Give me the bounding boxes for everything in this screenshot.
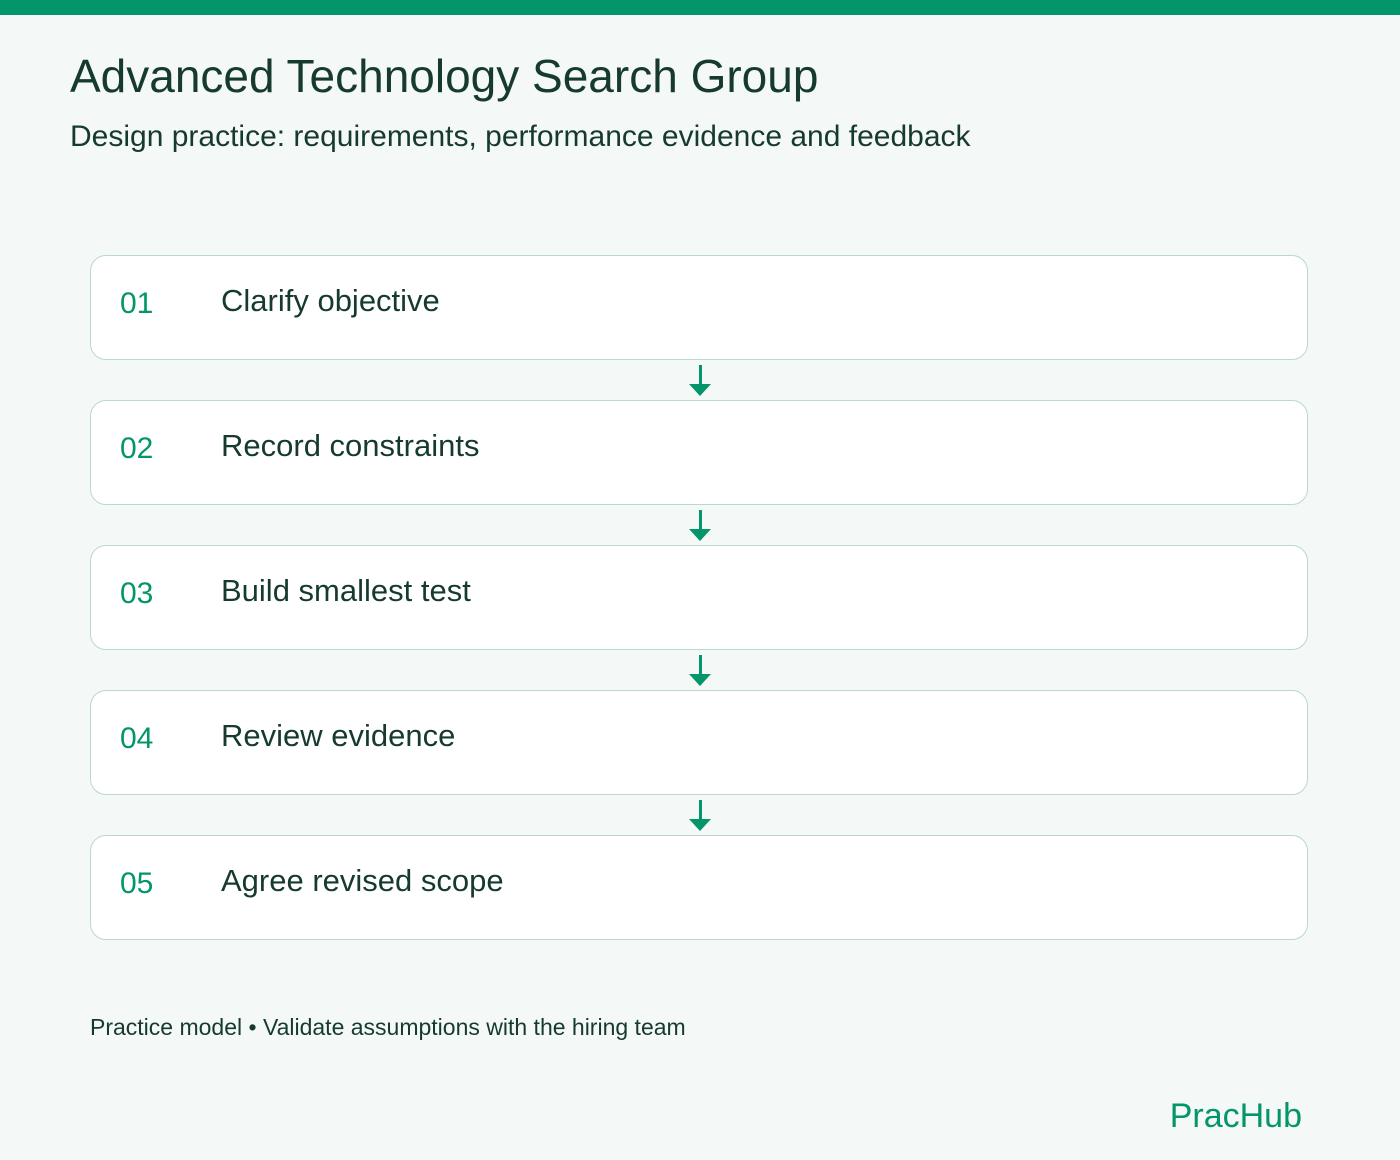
- step-number: 04: [120, 722, 154, 755]
- step-number: 01: [120, 287, 154, 320]
- step-number: 02: [120, 432, 154, 465]
- brand-logo: PracHub: [1169, 1097, 1302, 1135]
- step-card-5: 05 Agree revised scope: [90, 835, 1308, 940]
- step-label: Review evidence: [221, 718, 456, 753]
- step-label: Build smallest test: [221, 573, 471, 608]
- step-label: Record constraints: [221, 428, 480, 463]
- step-label: Agree revised scope: [221, 863, 504, 898]
- top-accent-bar: [0, 0, 1400, 15]
- page-subtitle: Design practice: requirements, performan…: [70, 120, 971, 153]
- down-arrow-icon: [689, 655, 711, 687]
- step-card-4: 04 Review evidence: [90, 690, 1308, 795]
- step-card-1: 01 Clarify objective: [90, 255, 1308, 360]
- step-number: 05: [120, 867, 154, 900]
- down-arrow-icon: [689, 510, 711, 542]
- step-label: Clarify objective: [221, 283, 440, 318]
- down-arrow-icon: [689, 800, 711, 832]
- page-title: Advanced Technology Search Group: [70, 50, 819, 102]
- down-arrow-icon: [689, 365, 711, 397]
- step-card-2: 02 Record constraints: [90, 400, 1308, 505]
- step-number: 03: [120, 577, 154, 610]
- footnote: Practice model • Validate assumptions wi…: [90, 1014, 686, 1040]
- step-card-3: 03 Build smallest test: [90, 545, 1308, 650]
